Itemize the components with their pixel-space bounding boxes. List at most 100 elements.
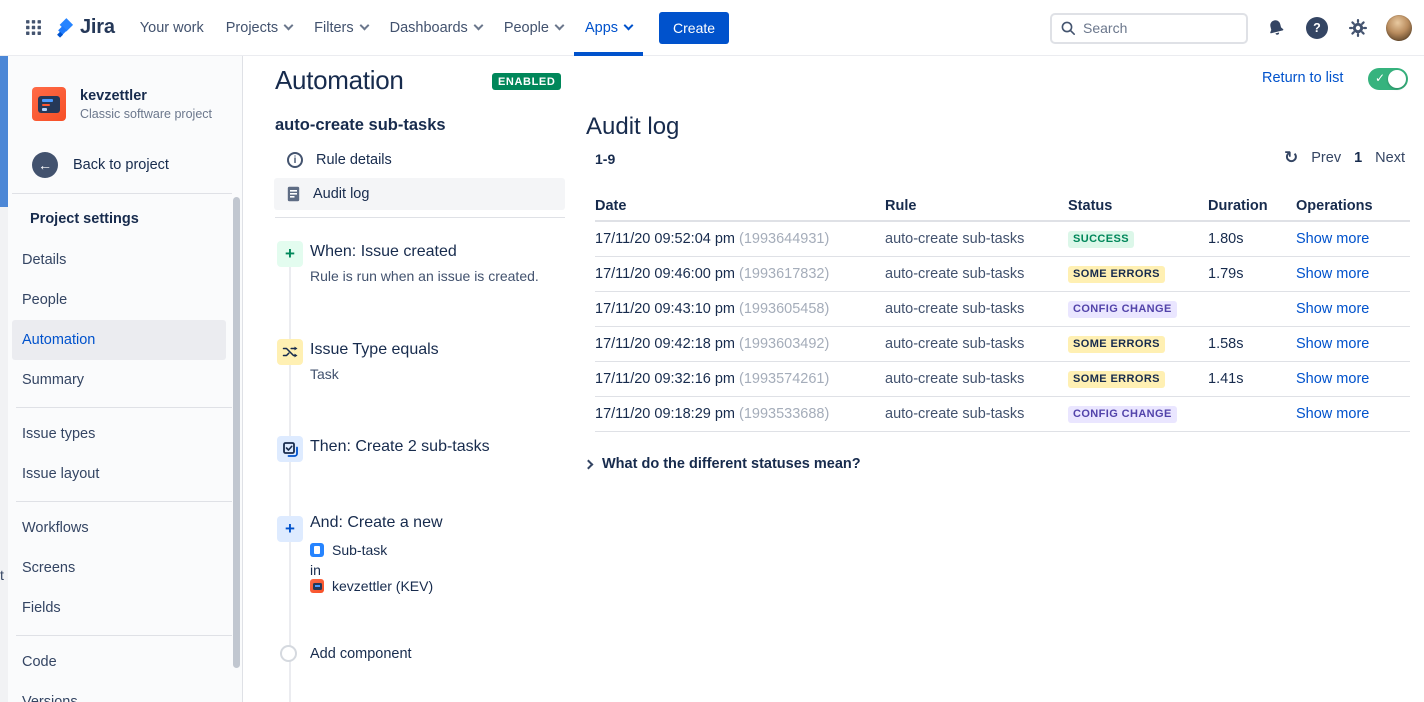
nav-item[interactable]: People [493, 0, 574, 56]
global-search[interactable] [1050, 13, 1248, 44]
show-more-link[interactable]: Show more [1296, 266, 1369, 282]
current-page[interactable]: 1 [1354, 150, 1362, 166]
create-button[interactable]: Create [659, 12, 729, 44]
audit-rule-cell: auto-create sub-tasks [885, 231, 1068, 247]
branch-preposition: in [310, 562, 321, 578]
sidebar-item[interactable]: Issue types [12, 414, 226, 454]
nav-item[interactable]: Filters [303, 0, 378, 56]
bulk-check-icon [282, 441, 299, 458]
page-title: Automation [275, 65, 404, 96]
notifications-button[interactable] [1263, 15, 1289, 41]
show-more-link[interactable]: Show more [1296, 371, 1369, 387]
add-component-label[interactable]: Add component [310, 646, 412, 662]
subtask-icon [310, 543, 324, 557]
trigger-title[interactable]: When: Issue created [310, 243, 457, 261]
col-header-operations: Operations [1296, 198, 1410, 214]
branch-icon[interactable]: + [277, 516, 303, 542]
audit-rule-cell: auto-create sub-tasks [885, 371, 1068, 387]
status-badge: SOME ERRORS [1068, 336, 1165, 353]
topbar-right-cluster: ? [1050, 0, 1412, 56]
audit-status-cell: SOME ERRORS [1068, 370, 1208, 388]
prev-page-button[interactable]: Prev [1311, 150, 1341, 166]
enabled-badge: ENABLED [492, 73, 561, 90]
audit-status-cell: CONFIG CHANGE [1068, 300, 1208, 318]
show-more-link[interactable]: Show more [1296, 336, 1369, 352]
rule-enabled-toggle[interactable]: ✓ [1368, 68, 1408, 90]
app-switcher-icon[interactable] [16, 11, 50, 45]
col-header-duration: Duration [1208, 198, 1296, 214]
audit-log-row: 17/11/20 09:32:16 pm(1993574261) auto-cr… [595, 362, 1410, 397]
settings-button[interactable] [1345, 15, 1371, 41]
nav-item-label: Filters [314, 20, 353, 36]
add-component-icon[interactable] [280, 645, 297, 662]
audit-duration-cell: 1.58s [1208, 336, 1296, 352]
sidebar-scrollbar[interactable] [233, 197, 240, 668]
main-content: Automation ENABLED auto-create sub-tasks… [244, 56, 1424, 702]
condition-title[interactable]: Issue Type equals [310, 341, 439, 359]
sidebar-item-label: Screens [22, 560, 75, 576]
sidebar-item[interactable]: People [12, 280, 226, 320]
info-icon: i [287, 152, 303, 168]
status-badge: SOME ERRORS [1068, 371, 1165, 388]
nav-item[interactable]: Your work [129, 0, 215, 56]
tab-audit-log[interactable]: Audit log [274, 178, 565, 210]
audit-rule-cell: auto-create sub-tasks [885, 336, 1068, 352]
help-button[interactable]: ? [1304, 15, 1330, 41]
nav-item-label: Projects [226, 20, 278, 36]
chevron-down-icon [555, 21, 565, 31]
sidebar-item[interactable]: Screens [12, 548, 226, 588]
project-settings-sidebar: kevzettler Classic software project ← Ba… [8, 56, 243, 702]
nav-item-label: Dashboards [390, 20, 468, 36]
sidebar-item[interactable]: Issue layout [12, 454, 226, 494]
col-header-rule: Rule [885, 198, 1068, 214]
statuses-help-expander[interactable]: What do the different statuses mean? [585, 456, 861, 472]
sidebar-item[interactable]: Fields [12, 588, 226, 628]
nav-item[interactable]: Projects [215, 0, 303, 56]
nav-item[interactable]: Apps [574, 0, 643, 56]
refresh-icon[interactable]: ↻ [1284, 149, 1298, 166]
audit-execution-id: (1993603492) [739, 336, 829, 352]
trigger-icon[interactable]: + [277, 241, 303, 267]
bell-icon [1263, 15, 1290, 42]
show-more-link[interactable]: Show more [1296, 406, 1369, 422]
user-avatar[interactable] [1386, 15, 1412, 41]
toggle-knob [1388, 70, 1406, 88]
sidebar-item[interactable]: Workflows [12, 508, 226, 548]
return-to-list-link[interactable]: Return to list [1262, 70, 1343, 86]
audit-duration-cell: 1.41s [1208, 371, 1296, 387]
branch-title[interactable]: And: Create a new [310, 514, 443, 532]
audit-log-row: 17/11/20 09:52:04 pm(1993644931) auto-cr… [595, 222, 1410, 257]
top-navigation-bar: Jira Your work Projects Filters Dashboar… [0, 0, 1424, 56]
jira-mark-icon [54, 16, 77, 39]
rule-panel-nav: i Rule details Audit log [274, 144, 565, 212]
pagination: ↻ Prev 1 Next [1284, 149, 1405, 166]
audit-execution-id: (1993605458) [739, 301, 829, 317]
sidebar-item[interactable]: Code [12, 642, 226, 682]
sidebar-item[interactable]: Summary [12, 360, 226, 400]
sidebar-item[interactable]: Versions [12, 682, 226, 702]
status-badge: CONFIG CHANGE [1068, 301, 1177, 318]
audit-log-table: Date Rule Status Duration Operations 17/… [595, 192, 1410, 432]
audit-datetime: 17/11/20 09:52:04 pm [595, 231, 735, 247]
show-more-link[interactable]: Show more [1296, 301, 1369, 317]
tab-rule-details[interactable]: i Rule details [274, 144, 565, 176]
audit-status-cell: SOME ERRORS [1068, 265, 1208, 283]
status-badge: SOME ERRORS [1068, 266, 1165, 283]
rule-chain-connector [289, 254, 291, 702]
sidebar-item[interactable]: Automation [12, 320, 226, 360]
action-icon[interactable] [277, 436, 303, 462]
sidebar-item-label: Automation [22, 332, 95, 348]
back-to-project[interactable]: ← Back to project [32, 152, 169, 178]
next-page-button[interactable]: Next [1375, 150, 1405, 166]
sidebar-item[interactable]: Details [12, 240, 226, 280]
audit-table-body: 17/11/20 09:52:04 pm(1993644931) auto-cr… [595, 222, 1410, 432]
action-title[interactable]: Then: Create 2 sub-tasks [310, 438, 490, 456]
audit-rule-cell: auto-create sub-tasks [885, 406, 1068, 422]
nav-item[interactable]: Dashboards [379, 0, 493, 56]
jira-logo[interactable]: Jira [54, 16, 115, 39]
show-more-link[interactable]: Show more [1296, 231, 1369, 247]
arrow-left-icon: ← [32, 152, 58, 178]
condition-icon[interactable] [277, 339, 303, 365]
sidebar-item-label: Fields [22, 600, 61, 616]
search-input[interactable] [1083, 20, 1233, 36]
